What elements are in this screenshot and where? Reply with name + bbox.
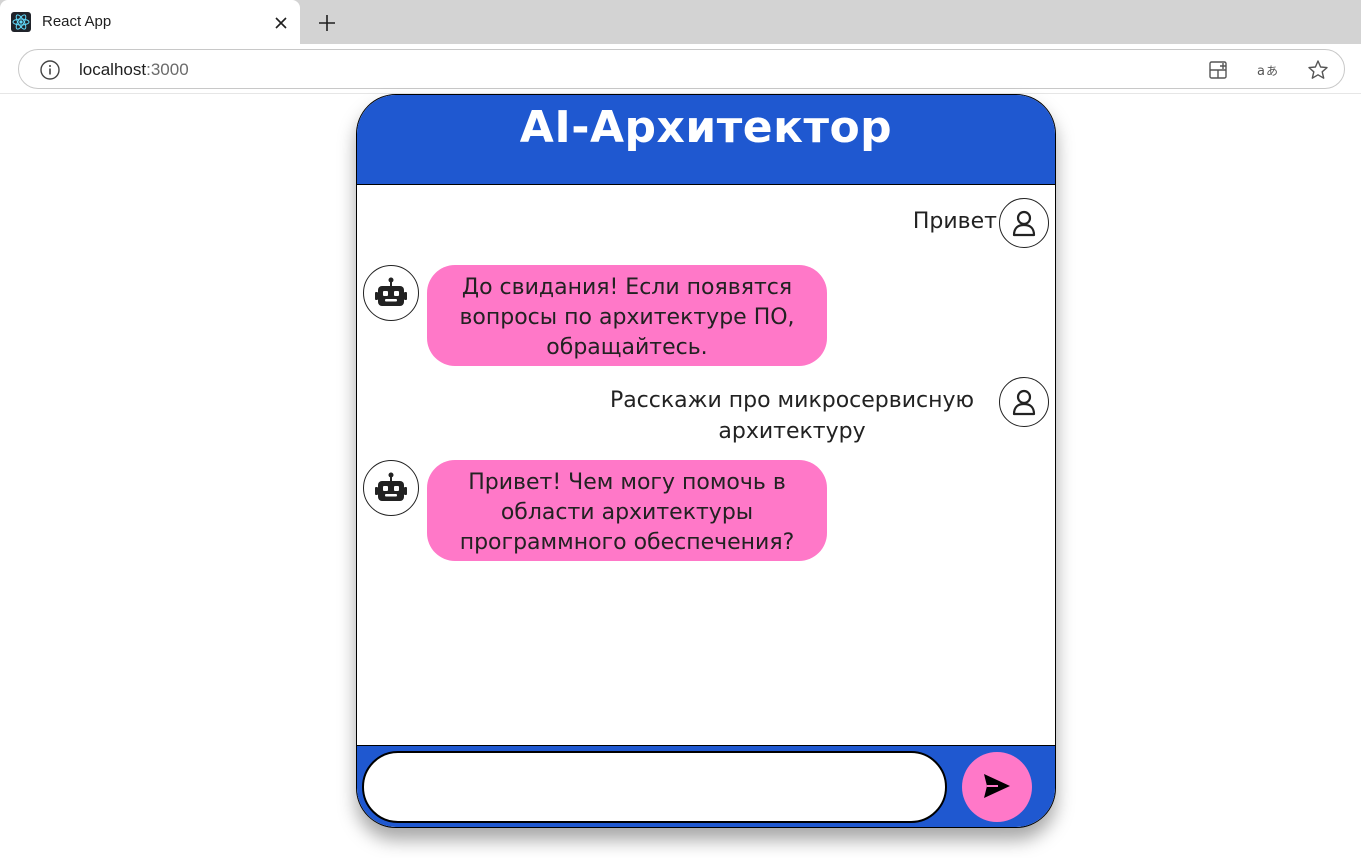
chat-window: AI-Архитектор Привет До свидания! Если п… (356, 94, 1056, 828)
browser-tabstrip: React App (0, 0, 1361, 44)
close-tab-icon[interactable] (270, 12, 292, 34)
site-info-icon[interactable] (39, 59, 61, 81)
person-icon (999, 198, 1049, 248)
robot-icon (363, 460, 419, 516)
person-icon (999, 377, 1049, 427)
user-message: Привет (912, 209, 997, 234)
address-bar[interactable]: localhost:3000 a あ (18, 49, 1345, 89)
robot-icon (363, 265, 419, 321)
url-port: :3000 (146, 60, 189, 79)
svg-text:a: a (1257, 64, 1265, 79)
chat-footer (357, 745, 1055, 827)
tab-title: React App (42, 13, 112, 30)
user-message: Расскажи про микросервисную архитектуру (609, 388, 975, 444)
message-input[interactable] (362, 751, 947, 823)
send-button[interactable] (962, 752, 1032, 822)
browser-tab[interactable]: React App (0, 0, 300, 44)
svg-text:あ: あ (1266, 64, 1278, 78)
react-logo-icon (11, 12, 31, 32)
browser-toolbar: localhost:3000 a あ (0, 44, 1361, 94)
bot-message: До свидания! Если появятся вопросы по ар… (427, 265, 827, 366)
send-arrow-icon (983, 773, 1011, 802)
url-text[interactable]: localhost:3000 (79, 60, 189, 80)
new-tab-icon[interactable] (314, 10, 340, 36)
app-title: AI-Архитектор (519, 102, 893, 153)
chat-header: AI-Архитектор (357, 95, 1055, 185)
apps-grid-icon[interactable] (1206, 58, 1230, 82)
translate-icon[interactable]: a あ (1256, 58, 1280, 82)
bookmark-star-icon[interactable] (1306, 58, 1330, 82)
url-host: localhost (79, 60, 147, 79)
bot-message: Привет! Чем могу помочь в области архите… (427, 460, 827, 561)
